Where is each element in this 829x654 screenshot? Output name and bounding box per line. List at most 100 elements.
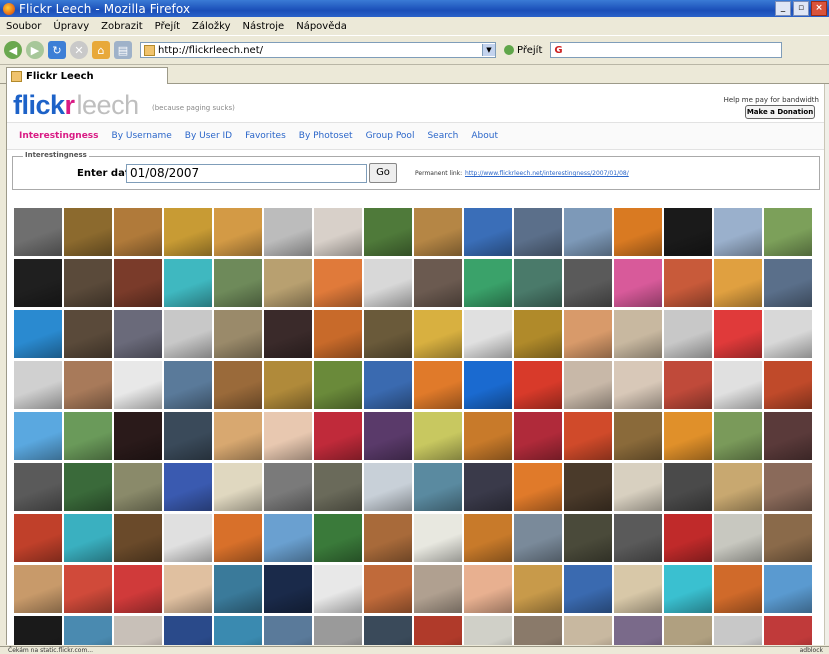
photo-thumbnail[interactable] xyxy=(364,208,412,256)
photo-thumbnail[interactable] xyxy=(664,412,712,460)
photo-thumbnail[interactable] xyxy=(464,310,512,358)
nav-by-user-id[interactable]: By User ID xyxy=(185,131,232,141)
photo-thumbnail[interactable] xyxy=(14,565,62,613)
photo-thumbnail[interactable] xyxy=(364,310,412,358)
photo-thumbnail[interactable] xyxy=(314,259,362,307)
tab-flickr-leech[interactable]: Flickr Leech xyxy=(6,67,168,84)
photo-thumbnail[interactable] xyxy=(764,361,812,409)
photo-thumbnail[interactable] xyxy=(764,514,812,562)
photo-thumbnail[interactable] xyxy=(314,514,362,562)
photo-thumbnail[interactable] xyxy=(364,412,412,460)
photo-thumbnail[interactable] xyxy=(714,565,762,613)
photo-thumbnail[interactable] xyxy=(64,616,112,645)
photo-thumbnail[interactable] xyxy=(64,310,112,358)
photo-thumbnail[interactable] xyxy=(514,361,562,409)
photo-thumbnail[interactable] xyxy=(114,616,162,645)
photo-thumbnail[interactable] xyxy=(64,514,112,562)
forward-arrow-icon[interactable]: ▶ xyxy=(26,41,44,59)
photo-thumbnail[interactable] xyxy=(264,514,312,562)
menu-tools[interactable]: Nástroje xyxy=(243,21,285,32)
photo-thumbnail[interactable] xyxy=(164,208,212,256)
photo-thumbnail[interactable] xyxy=(214,463,262,511)
photo-thumbnail[interactable] xyxy=(764,310,812,358)
menu-file[interactable]: Soubor xyxy=(6,21,41,32)
photo-thumbnail[interactable] xyxy=(514,565,562,613)
site-logo[interactable]: flickrleech xyxy=(13,90,139,121)
photo-thumbnail[interactable] xyxy=(264,361,312,409)
nav-favorites[interactable]: Favorites xyxy=(245,131,286,141)
back-arrow-icon[interactable]: ◀ xyxy=(4,41,22,59)
photo-thumbnail[interactable] xyxy=(14,514,62,562)
menu-edit[interactable]: Úpravy xyxy=(53,21,89,32)
dropdown-arrow-icon[interactable]: ▼ xyxy=(482,44,495,56)
photo-thumbnail[interactable] xyxy=(414,463,462,511)
photo-thumbnail[interactable] xyxy=(164,361,212,409)
photo-thumbnail[interactable] xyxy=(464,514,512,562)
photo-thumbnail[interactable] xyxy=(764,463,812,511)
photo-thumbnail[interactable] xyxy=(514,514,562,562)
photo-thumbnail[interactable] xyxy=(514,616,562,645)
address-bar[interactable]: http://flickrleech.net/ ▼ xyxy=(140,42,496,58)
permalink-link[interactable]: http://www.flickrleech.net/interestingne… xyxy=(465,170,629,177)
photo-thumbnail[interactable] xyxy=(464,616,512,645)
nav-search[interactable]: Search xyxy=(427,131,458,141)
menu-help[interactable]: Nápověda xyxy=(296,21,347,32)
photo-thumbnail[interactable] xyxy=(664,565,712,613)
photo-thumbnail[interactable] xyxy=(214,361,262,409)
photo-thumbnail[interactable] xyxy=(314,208,362,256)
photo-thumbnail[interactable] xyxy=(214,310,262,358)
photo-thumbnail[interactable] xyxy=(764,616,812,645)
photo-thumbnail[interactable] xyxy=(264,463,312,511)
photo-thumbnail[interactable] xyxy=(264,412,312,460)
nav-by-photoset[interactable]: By Photoset xyxy=(299,131,353,141)
photo-thumbnail[interactable] xyxy=(314,310,362,358)
photo-thumbnail[interactable] xyxy=(714,616,762,645)
photo-thumbnail[interactable] xyxy=(314,616,362,645)
photo-thumbnail[interactable] xyxy=(114,310,162,358)
photo-thumbnail[interactable] xyxy=(14,259,62,307)
photo-thumbnail[interactable] xyxy=(364,361,412,409)
close-button[interactable]: × xyxy=(811,1,827,16)
photo-thumbnail[interactable] xyxy=(564,259,612,307)
photo-thumbnail[interactable] xyxy=(564,208,612,256)
photo-thumbnail[interactable] xyxy=(464,361,512,409)
photo-thumbnail[interactable] xyxy=(14,310,62,358)
scrollbar[interactable] xyxy=(824,84,829,645)
go-button[interactable]: Přejít xyxy=(504,45,542,56)
menu-bookmarks[interactable]: Záložky xyxy=(192,21,230,32)
photo-thumbnail[interactable] xyxy=(564,463,612,511)
photo-thumbnail[interactable] xyxy=(64,361,112,409)
photo-thumbnail[interactable] xyxy=(414,259,462,307)
photo-thumbnail[interactable] xyxy=(414,361,462,409)
photo-thumbnail[interactable] xyxy=(614,412,662,460)
photo-thumbnail[interactable] xyxy=(414,412,462,460)
date-input[interactable]: 01/08/2007 xyxy=(126,164,367,183)
nav-about[interactable]: About xyxy=(471,131,498,141)
photo-thumbnail[interactable] xyxy=(764,208,812,256)
photo-thumbnail[interactable] xyxy=(14,616,62,645)
photo-thumbnail[interactable] xyxy=(764,259,812,307)
nav-interestingness[interactable]: Interestingness xyxy=(19,131,99,141)
home-icon[interactable]: ⌂ xyxy=(92,41,110,59)
photo-thumbnail[interactable] xyxy=(564,361,612,409)
photo-thumbnail[interactable] xyxy=(564,616,612,645)
photo-thumbnail[interactable] xyxy=(514,310,562,358)
search-box[interactable]: G xyxy=(550,42,783,58)
photo-thumbnail[interactable] xyxy=(614,310,662,358)
photo-thumbnail[interactable] xyxy=(164,565,212,613)
photo-thumbnail[interactable] xyxy=(14,208,62,256)
photo-thumbnail[interactable] xyxy=(264,208,312,256)
photo-thumbnail[interactable] xyxy=(364,259,412,307)
photo-thumbnail[interactable] xyxy=(214,412,262,460)
photo-thumbnail[interactable] xyxy=(614,208,662,256)
photo-thumbnail[interactable] xyxy=(664,208,712,256)
photo-thumbnail[interactable] xyxy=(114,259,162,307)
photo-thumbnail[interactable] xyxy=(114,412,162,460)
photo-thumbnail[interactable] xyxy=(564,514,612,562)
photo-thumbnail[interactable] xyxy=(664,514,712,562)
nav-by-username[interactable]: By Username xyxy=(112,131,172,141)
photo-thumbnail[interactable] xyxy=(764,565,812,613)
photo-thumbnail[interactable] xyxy=(614,259,662,307)
photo-thumbnail[interactable] xyxy=(364,514,412,562)
photo-thumbnail[interactable] xyxy=(314,412,362,460)
